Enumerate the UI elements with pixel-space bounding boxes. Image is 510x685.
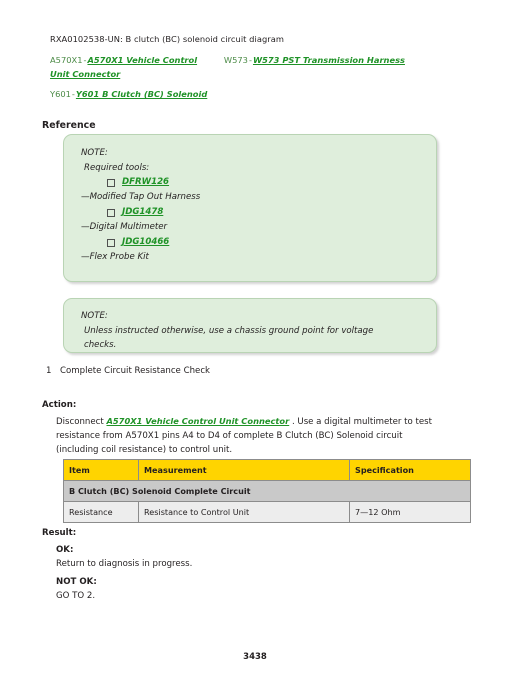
tool-link-dfrw126[interactable]: DFRW126 [122, 175, 169, 190]
note-label: NOTE: [81, 148, 108, 158]
checkbox-icon[interactable] [107, 238, 115, 247]
note-box-required-tools: NOTE: Required tools: DFRW126 —Modified … [63, 134, 437, 282]
note-text-line1: Unless instructed otherwise, use a chass… [84, 325, 374, 336]
note-box-chassis-ground: NOTE: Unless instructed otherwise, use a… [63, 298, 437, 353]
legend-link-w573[interactable]: W573 PST Transmission Harness [253, 55, 405, 65]
tool-description: —Digital Multimeter [81, 222, 168, 232]
tool-link-jdg10466[interactable]: JDG10466 [122, 235, 169, 250]
table-group-row: B Clutch (BC) Solenoid Complete Circuit [63, 480, 471, 502]
result-ok-label: OK: [56, 545, 74, 555]
table-group-label: B Clutch (BC) Solenoid Complete Circuit [63, 480, 471, 502]
note-label: NOTE: [81, 311, 108, 321]
note-intro: Required tools: [84, 162, 150, 173]
tool-description: —Modified Tap Out Harness [81, 192, 201, 202]
action-link-a570x1[interactable]: A570X1 Vehicle Control Unit Connector [106, 416, 289, 426]
table-cell-specification: 7—12 Ohm [349, 501, 471, 523]
legend-row: Y601-Y601 B Clutch (BC) Solenoid [50, 86, 450, 100]
result-not-ok-text: GO TO 2. [56, 591, 96, 601]
tool-item[interactable]: JDG10466 [81, 235, 422, 250]
tool-item[interactable]: JDG1478 [81, 205, 422, 220]
legend-tag: W573 [223, 55, 248, 65]
tool-description: —Flex Probe Kit [81, 252, 149, 262]
legend-row: A570X1-A570X1 Vehicle Control Unit Conne… [50, 52, 450, 81]
reference-heading: Reference [42, 120, 96, 131]
table-row: Resistance Resistance to Control Unit 7—… [63, 501, 471, 523]
page-number: 3438 [243, 652, 267, 662]
result-not-ok-label: NOT OK: [56, 577, 97, 587]
table-header-specification: Specification [349, 459, 471, 481]
legend-item-a570x1: A570X1-A570X1 Vehicle Control Unit Conne… [50, 52, 224, 81]
checkbox-icon[interactable] [107, 178, 115, 187]
action-body: Disconnect A570X1 Vehicle Control Unit C… [56, 414, 446, 458]
table-header-item: Item [63, 459, 139, 481]
tool-item[interactable]: DFRW126 [81, 175, 422, 190]
legend-item-y601: Y601-Y601 B Clutch (BC) Solenoid [50, 86, 288, 100]
table-cell-measurement: Resistance to Control Unit [138, 501, 350, 523]
component-legend: A570X1-A570X1 Vehicle Control Unit Conne… [50, 52, 450, 100]
result-ok-text: Return to diagnosis in progress. [56, 559, 193, 569]
step-number: 1 [46, 366, 52, 376]
action-prefix: Disconnect [56, 417, 104, 427]
checkbox-icon[interactable] [107, 208, 115, 217]
table-header-row: Item Measurement Specification [63, 459, 471, 481]
table-header-measurement: Measurement [138, 459, 350, 481]
note-text-line2: checks. [84, 340, 117, 350]
figure-caption: RXA0102538-UN: B clutch (BC) solenoid ci… [50, 34, 285, 44]
legend-link-y601[interactable]: Y601 B Clutch (BC) Solenoid [76, 89, 207, 99]
action-label: Action: [42, 400, 77, 410]
legend-tag: Y601 [50, 88, 71, 99]
step-heading: 1 Complete Circuit Resistance Check [46, 366, 210, 376]
step-title: Complete Circuit Resistance Check [60, 366, 211, 376]
result-label: Result: [42, 528, 77, 538]
legend-tag: A570X1 [50, 55, 83, 65]
tool-link-jdg1478[interactable]: JDG1478 [122, 205, 163, 220]
document-page: RXA0102538-UN: B clutch (BC) solenoid ci… [0, 0, 510, 685]
specification-table: Item Measurement Specification B Clutch … [63, 459, 471, 523]
table-cell-item: Resistance [63, 501, 139, 523]
legend-item-w573: W573-W573 PST Transmission Harness [224, 52, 450, 66]
